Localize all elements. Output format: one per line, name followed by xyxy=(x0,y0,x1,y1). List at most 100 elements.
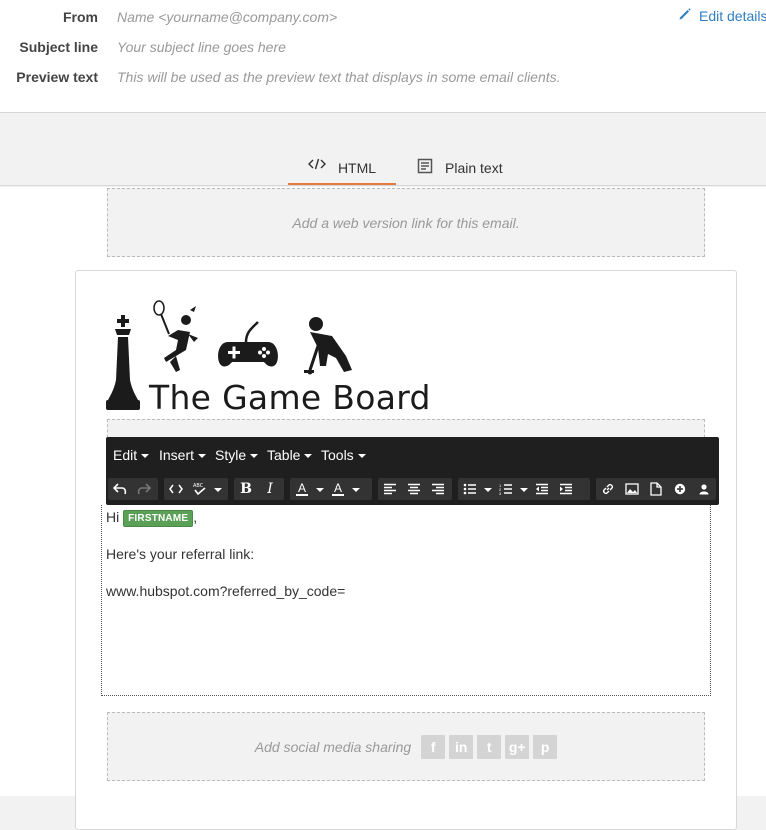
align-right-button[interactable] xyxy=(426,478,450,500)
outdent-button[interactable] xyxy=(530,478,554,500)
editor-tabs: HTML Plain text xyxy=(0,113,766,186)
text-color-icon: A xyxy=(297,481,306,495)
personalization-token[interactable]: FIRSTNAME xyxy=(123,510,194,527)
linkedin-icon: in xyxy=(449,734,474,759)
social-sharing-module[interactable]: Add social media sharing f in t g+ p xyxy=(107,712,705,781)
tab-plain-text[interactable]: Plain text xyxy=(417,155,517,185)
subject-value[interactable]: Your subject line goes here xyxy=(117,39,286,55)
menu-edit-label: Edit xyxy=(113,447,138,463)
link-icon xyxy=(602,483,614,495)
caret-icon xyxy=(250,454,259,458)
pencil-icon xyxy=(678,7,692,24)
caret-icon xyxy=(141,454,150,458)
caret-icon xyxy=(214,488,222,492)
spellcheck-dropdown[interactable] xyxy=(212,478,224,500)
menu-style-label: Style xyxy=(215,447,247,463)
outdent-icon xyxy=(536,483,548,495)
spellcheck-icon: ABC xyxy=(193,483,206,496)
logo-text: The Game Board xyxy=(149,378,431,417)
history-group xyxy=(108,478,158,500)
bullet-list-icon xyxy=(463,483,476,495)
referral-line: Here's your referral link: xyxy=(106,546,255,562)
personalization-button[interactable] xyxy=(692,478,716,500)
indent-icon xyxy=(560,483,572,495)
text-color-dropdown[interactable] xyxy=(314,478,326,500)
rich-text-body[interactable]: Hi FIRSTNAME, Here's your referral link:… xyxy=(101,505,711,696)
menu-insert[interactable]: Insert xyxy=(159,447,207,463)
caret-icon xyxy=(357,454,366,458)
indent-button[interactable] xyxy=(554,478,578,500)
numbered-list-button[interactable]: 123 xyxy=(494,478,518,500)
text-color-button[interactable]: A xyxy=(290,478,314,500)
insert-group xyxy=(596,478,716,500)
from-label: From xyxy=(63,9,98,25)
edit-details-link[interactable]: Edit details xyxy=(678,7,766,24)
social-placeholder: Add social media sharing xyxy=(254,738,412,755)
code-icon xyxy=(307,155,326,173)
menu-insert-label: Insert xyxy=(159,447,195,463)
caret-icon xyxy=(316,488,324,492)
italic-button[interactable]: I xyxy=(258,478,282,500)
undo-icon xyxy=(113,483,127,495)
source-code-button[interactable] xyxy=(164,478,188,500)
subject-row[interactable]: Subject line Your subject line goes here xyxy=(0,39,766,59)
redo-icon xyxy=(137,483,151,495)
social-sharing-row: Add social media sharing f in t g+ p xyxy=(254,734,558,759)
edit-details-label: Edit details xyxy=(699,7,766,24)
greeting-line: Hi FIRSTNAME, xyxy=(106,509,197,527)
caret-icon xyxy=(484,488,492,492)
redo-button[interactable] xyxy=(132,478,156,500)
file-button[interactable] xyxy=(644,478,668,500)
image-button[interactable] xyxy=(620,478,644,500)
twitter-icon: t xyxy=(477,734,502,759)
menu-style[interactable]: Style xyxy=(215,447,259,463)
caret-icon xyxy=(304,454,313,458)
align-right-icon xyxy=(432,483,444,495)
tab-html[interactable]: HTML xyxy=(288,155,396,185)
align-left-button[interactable] xyxy=(378,478,402,500)
document-icon xyxy=(417,155,433,177)
pinterest-icon: p xyxy=(533,734,558,759)
menu-table[interactable]: Table xyxy=(267,447,313,463)
file-icon xyxy=(650,482,662,496)
background-color-button[interactable]: A xyxy=(326,478,350,500)
background-color-icon: A xyxy=(333,481,342,495)
greeting-suffix: , xyxy=(193,509,198,525)
align-left-icon xyxy=(384,483,396,495)
web-version-placeholder: Add a web version link for this email. xyxy=(292,214,520,231)
image-icon xyxy=(625,483,639,495)
menu-tools-label: Tools xyxy=(321,447,354,463)
bullet-list-dropdown[interactable] xyxy=(482,478,494,500)
add-module-button[interactable] xyxy=(668,478,692,500)
list-group: 123 xyxy=(458,478,590,500)
tab-html-label: HTML xyxy=(337,160,377,176)
color-group: A A xyxy=(290,478,372,500)
spellcheck-button[interactable]: ABC xyxy=(188,478,212,500)
source-group: ABC xyxy=(164,478,228,500)
tab-plain-label: Plain text xyxy=(445,160,503,176)
from-row[interactable]: From Name <yourname@company.com> xyxy=(0,9,766,29)
web-version-module[interactable]: Add a web version link for this email. xyxy=(107,188,705,257)
background-color-dropdown[interactable] xyxy=(350,478,362,500)
numbered-list-icon: 123 xyxy=(499,483,512,495)
undo-button[interactable] xyxy=(108,478,132,500)
preview-row[interactable]: Preview text This will be used as the pr… xyxy=(0,69,766,89)
person-icon xyxy=(699,484,709,495)
svg-text:ABC: ABC xyxy=(193,483,204,489)
google-plus-icon: g+ xyxy=(505,734,530,759)
bold-button[interactable]: B xyxy=(234,478,258,500)
caret-icon xyxy=(352,488,360,492)
menu-edit[interactable]: Edit xyxy=(113,447,150,463)
numbered-list-dropdown[interactable] xyxy=(518,478,530,500)
bullet-list-button[interactable] xyxy=(458,478,482,500)
format-group: B I xyxy=(234,478,284,500)
menu-tools[interactable]: Tools xyxy=(321,447,366,463)
link-button[interactable] xyxy=(596,478,620,500)
from-value[interactable]: Name <yourname@company.com> xyxy=(117,9,337,25)
referral-url-line: www.hubspot.com?referred_by_code= xyxy=(106,583,346,599)
email-settings-header: From Name <yourname@company.com> Subject… xyxy=(0,0,766,113)
align-center-button[interactable] xyxy=(402,478,426,500)
preview-value[interactable]: This will be used as the preview text th… xyxy=(117,69,561,85)
facebook-icon: f xyxy=(421,734,446,759)
svg-text:3: 3 xyxy=(499,491,502,495)
